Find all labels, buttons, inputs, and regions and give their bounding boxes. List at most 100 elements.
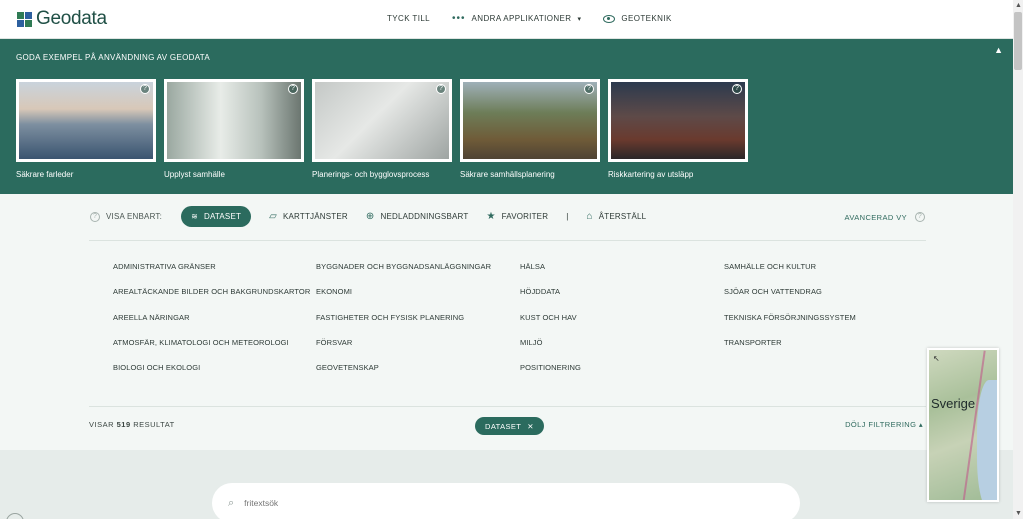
- top-nav: TYCK TILL ••• ANDRA APPLIKATIONER ▾ GEOT…: [387, 13, 694, 24]
- logo-text: Geodata: [36, 8, 107, 29]
- results-suffix: RESULTAT: [133, 420, 175, 429]
- top-bar: Geodata TYCK TILL ••• ANDRA APPLIKATIONE…: [0, 0, 1013, 39]
- example-image[interactable]: ?: [460, 79, 600, 162]
- map-water: [977, 380, 997, 500]
- category-item[interactable]: BIOLOGI OCH EKOLOGI: [113, 363, 316, 388]
- filter-favoriter-label: FAVORITER: [501, 212, 549, 221]
- example-label[interactable]: Säkrare samhällsplanering: [460, 170, 600, 179]
- filter-aterstall-label: ÅTERSTÄLL: [598, 212, 647, 221]
- nav-tyck-till-label: TYCK TILL: [387, 14, 431, 23]
- example-label[interactable]: Planerings- och bygglovsprocess: [312, 170, 452, 179]
- active-filter-tag[interactable]: DATASET ✕: [475, 417, 544, 435]
- category-item[interactable]: TEKNISKA FÖRSÖRJNINGSSYSTEM: [724, 313, 924, 338]
- filter-nedladdningsbart-button[interactable]: ⊕ NEDLADDNINGSBART: [366, 211, 469, 222]
- category-column: ADMINISTRATIVA GRÄNSER AREALTÄCKANDE BIL…: [113, 262, 316, 388]
- filter-panel: ? VISA ENBART: ≋ DATASET ▱ KARTTJÄNSTER …: [0, 194, 1013, 450]
- filter-dataset-button[interactable]: ≋ DATASET: [181, 206, 252, 227]
- search-icon: ⌕: [228, 496, 235, 509]
- help-icon[interactable]: ?: [90, 211, 100, 222]
- help-icon[interactable]: ?: [140, 84, 150, 94]
- search-input[interactable]: [244, 498, 645, 508]
- category-item[interactable]: FÖRSVAR: [316, 338, 520, 363]
- category-item[interactable]: ATMOSFÄR, KLIMATOLOGI OCH METEOROLOGI: [113, 338, 316, 363]
- hide-filter-button[interactable]: DÖLJ FILTRERING ▴: [845, 420, 923, 429]
- category-item[interactable]: AREELLA NÄRINGAR: [113, 313, 316, 338]
- results-number: 519: [116, 420, 131, 429]
- more-dots-icon: •••: [452, 13, 466, 24]
- example-card-upplyst[interactable]: ? Upplyst samhälle: [164, 79, 304, 179]
- category-item[interactable]: GEOVETENSKAP: [316, 363, 520, 388]
- eye-icon: [603, 14, 616, 23]
- category-item[interactable]: POSITIONERING: [520, 363, 724, 388]
- examples-title: GODA EXEMPEL PÅ ANVÄNDNING AV GEODATA: [16, 53, 210, 62]
- category-column: BYGGNADER OCH BYGGNADSANLÄGGNINGAR EKONO…: [316, 262, 520, 388]
- filter-karttjanster-button[interactable]: ▱ KARTTJÄNSTER: [269, 211, 348, 222]
- nav-geoteknik-label: GEOTEKNIK: [621, 14, 672, 23]
- category-item[interactable]: FASTIGHETER OCH FYSISK PLANERING: [316, 313, 520, 338]
- search-box[interactable]: ⌕: [212, 483, 800, 519]
- category-item[interactable]: SAMHÄLLE OCH KULTUR: [724, 262, 924, 287]
- example-image[interactable]: ?: [164, 79, 304, 162]
- map-label: Sverige: [931, 396, 976, 411]
- chevron-down-icon: ▾: [577, 15, 582, 23]
- results-prefix: VISAR: [89, 420, 115, 429]
- example-card-planering[interactable]: ? Planerings- och bygglovsprocess: [312, 79, 452, 179]
- overview-minimap[interactable]: ↖ Sverige: [927, 348, 999, 502]
- category-item[interactable]: KUST OCH HAV: [520, 313, 724, 338]
- filter-karttjanster-label: KARTTJÄNSTER: [282, 212, 348, 221]
- nav-andra-applikationer[interactable]: ••• ANDRA APPLIKATIONER ▾: [452, 13, 581, 24]
- category-item[interactable]: ADMINISTRATIVA GRÄNSER: [113, 262, 316, 287]
- example-cards: ? Säkrare farleder ? Upplyst samhälle ? …: [16, 79, 748, 179]
- filter-aterstall-button[interactable]: ⌂ ÅTERSTÄLL: [586, 211, 646, 222]
- example-image[interactable]: ?: [312, 79, 452, 162]
- nav-andra-applikationer-label: ANDRA APPLIKATIONER: [471, 14, 572, 23]
- category-column: SAMHÄLLE OCH KULTUR SJÖAR OCH VATTENDRAG…: [724, 262, 924, 388]
- example-image[interactable]: ?: [608, 79, 748, 162]
- map-icon: ▱: [269, 211, 277, 222]
- example-card-samhallsplanering[interactable]: ? Säkrare samhällsplanering: [460, 79, 600, 179]
- scroll-down-icon[interactable]: ▼: [1015, 510, 1022, 517]
- category-item[interactable]: HÄLSA: [520, 262, 724, 287]
- scroll-thumb[interactable]: [1014, 12, 1022, 70]
- help-icon[interactable]: ?: [436, 84, 446, 94]
- help-icon[interactable]: ?: [584, 84, 594, 94]
- scroll-up-icon[interactable]: ▲: [1015, 2, 1022, 9]
- logo-mark-icon: [17, 11, 32, 27]
- home-icon: ⌂: [586, 211, 593, 222]
- advanced-view-button[interactable]: AVANCERAD VY ?: [845, 212, 925, 222]
- expand-arrow-icon[interactable]: ↖: [933, 354, 940, 363]
- divider: [89, 240, 926, 241]
- example-label[interactable]: Riskkartering av utsläpp: [608, 170, 748, 179]
- category-item[interactable]: EKONOMI: [316, 287, 520, 312]
- page-scrollbar[interactable]: ▲ ▼: [1013, 0, 1023, 519]
- layers-icon: ≋: [191, 212, 198, 221]
- help-icon[interactable]: ?: [915, 212, 925, 222]
- category-item[interactable]: AREALTÄCKANDE BILDER OCH BAKGRUNDSKARTOR: [113, 287, 316, 312]
- filter-favoriter-button[interactable]: ★ FAVORITER: [486, 211, 548, 222]
- example-label[interactable]: Säkrare farleder: [16, 170, 156, 179]
- help-icon[interactable]: ?: [288, 84, 298, 94]
- close-icon[interactable]: ✕: [527, 422, 534, 431]
- category-item[interactable]: TRANSPORTER: [724, 338, 924, 363]
- examples-panel: GODA EXEMPEL PÅ ANVÄNDNING AV GEODATA ▲ …: [0, 39, 1013, 194]
- category-item[interactable]: HÖJDDATA: [520, 287, 724, 312]
- filter-bar: ? VISA ENBART: ≋ DATASET ▱ KARTTJÄNSTER …: [90, 206, 646, 227]
- example-card-farleder[interactable]: ? Säkrare farleder: [16, 79, 156, 179]
- search-area: ⌕: [0, 450, 1013, 519]
- category-item[interactable]: MILJÖ: [520, 338, 724, 363]
- nav-geoteknik[interactable]: GEOTEKNIK: [603, 14, 671, 23]
- nav-tyck-till[interactable]: TYCK TILL: [387, 14, 430, 23]
- active-filter-label: DATASET: [485, 421, 522, 431]
- star-icon: ★: [486, 211, 496, 222]
- geodata-logo[interactable]: Geodata: [17, 8, 107, 30]
- category-item[interactable]: SJÖAR OCH VATTENDRAG: [724, 287, 924, 312]
- category-item[interactable]: BYGGNADER OCH BYGGNADSANLÄGGNINGAR: [316, 262, 520, 287]
- category-grid: ADMINISTRATIVA GRÄNSER AREALTÄCKANDE BIL…: [113, 262, 924, 388]
- collapse-icon[interactable]: ▲: [994, 45, 1003, 55]
- example-card-riskkartering[interactable]: ? Riskkartering av utsläpp: [608, 79, 748, 179]
- example-label[interactable]: Upplyst samhälle: [164, 170, 304, 179]
- example-image[interactable]: ?: [16, 79, 156, 162]
- help-icon[interactable]: ?: [732, 84, 742, 94]
- filter-dataset-label: DATASET: [203, 212, 242, 221]
- filter-nedladdningsbart-label: NEDLADDNINGSBART: [380, 212, 469, 221]
